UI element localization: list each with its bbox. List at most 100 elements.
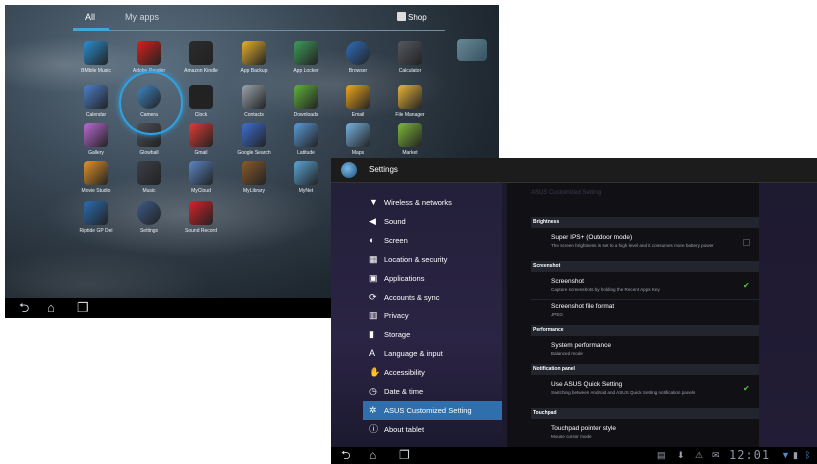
calendar-icon bbox=[84, 85, 108, 109]
app-app-backup[interactable]: App Backup bbox=[228, 41, 280, 74]
warning-notification-icon[interactable]: ⚠ bbox=[695, 447, 703, 464]
app-music[interactable]: Music bbox=[123, 161, 175, 194]
recent-apps-icon[interactable]: ❐ bbox=[77, 298, 89, 318]
settings-item-screen[interactable]: ◐ Screen bbox=[369, 231, 494, 250]
riptide-gp-dei-icon bbox=[84, 201, 108, 225]
browser-icon bbox=[346, 41, 370, 65]
checkbox-checked-icon[interactable]: ✔ bbox=[743, 282, 750, 290]
setting-row-screenshot-file-format[interactable]: Screenshot file format JPEG bbox=[551, 303, 751, 317]
setting-row-super-ips-outdoor-mode[interactable]: Super IPS+ (Outdoor mode) The screen brig… bbox=[551, 234, 751, 248]
settings-item-label: Privacy bbox=[384, 311, 409, 321]
app-label: File Manager bbox=[395, 112, 425, 118]
app-label: Glowball bbox=[139, 150, 159, 156]
app-label: Calendar bbox=[85, 112, 107, 118]
app-downloads[interactable]: Downloads bbox=[280, 85, 332, 118]
checkbox-unchecked-icon[interactable] bbox=[743, 239, 750, 246]
camera-highlight-ring bbox=[119, 71, 183, 135]
app-label: Contacts bbox=[244, 112, 264, 118]
maps-icon bbox=[346, 123, 370, 147]
setting-title: System performance bbox=[551, 342, 611, 349]
section-header: Notification panel bbox=[531, 364, 759, 375]
tab-all[interactable]: All bbox=[85, 12, 95, 22]
download-notification-icon[interactable]: ⬇ bbox=[677, 447, 685, 464]
app-label: Browser bbox=[348, 68, 368, 74]
app-maps[interactable]: Maps bbox=[332, 123, 384, 156]
app-email[interactable]: Email bbox=[332, 85, 384, 118]
about-tablet-icon: ⓘ bbox=[369, 423, 379, 434]
setting-row-use-asus-quick-setting[interactable]: Use ASUS Quick Setting Switching between … bbox=[551, 381, 751, 395]
app-mylibrary[interactable]: MyLibrary bbox=[228, 161, 280, 194]
app-calculator[interactable]: Calculator bbox=[384, 41, 436, 74]
app-label: Downloads bbox=[293, 112, 319, 118]
asus-customized-setting-icon: ✲ bbox=[369, 404, 377, 415]
app-adobe-reader[interactable]: Adobe Reader bbox=[123, 41, 175, 74]
setting-title: Screenshot bbox=[551, 278, 584, 285]
app-label: Clock bbox=[194, 112, 208, 118]
app-google-search[interactable]: Google Search bbox=[228, 123, 280, 156]
screenshot-notification-icon[interactable]: ▤ bbox=[657, 447, 666, 464]
date-time-icon: ◷ bbox=[369, 386, 377, 396]
tab-my-apps[interactable]: My apps bbox=[125, 12, 159, 22]
app-mynet[interactable]: MyNet bbox=[280, 161, 332, 194]
recent-apps-icon[interactable]: ❐ bbox=[399, 447, 410, 464]
status-clock[interactable]: 12:01 bbox=[729, 447, 770, 464]
app-sound-record[interactable]: Sound Record bbox=[175, 201, 227, 234]
settings-item-label: Sound bbox=[384, 216, 406, 226]
app-riptide-gp-dei[interactable]: Riptide GP Dei bbox=[70, 201, 122, 234]
amazon-kindle-icon bbox=[189, 41, 213, 65]
settings-item-privacy[interactable]: ▥ Privacy bbox=[369, 306, 494, 325]
app-movie-studio[interactable]: Movie Studio bbox=[70, 161, 122, 194]
app-gallery[interactable]: Gallery bbox=[70, 123, 122, 156]
app-label: Google Search bbox=[237, 150, 271, 156]
market-icon bbox=[398, 123, 422, 147]
settings-item-accessibility[interactable]: ✋ Accessibility bbox=[369, 363, 494, 382]
back-icon[interactable]: ⮌ bbox=[19, 298, 29, 318]
setting-row-touchpad-pointer-style[interactable]: Touchpad pointer style Mouse cursor mode bbox=[551, 425, 751, 439]
app-bmbile-music[interactable]: BMbile Music bbox=[70, 41, 122, 74]
settings-detail-panel: ASUS Customized Setting Brightness Super … bbox=[507, 183, 759, 447]
settings-item-language-input[interactable]: A Language & input bbox=[369, 344, 494, 363]
shop-label: Shop bbox=[408, 13, 427, 22]
app-market[interactable]: Market bbox=[384, 123, 436, 156]
contacts-icon bbox=[242, 85, 266, 109]
checkbox-checked-icon[interactable]: ✔ bbox=[743, 385, 750, 393]
settings-item-about-tablet[interactable]: ⓘ About tablet bbox=[369, 420, 494, 439]
settings-item-location-security[interactable]: ▦ Location & security bbox=[369, 250, 494, 269]
home-icon[interactable]: ⌂ bbox=[47, 298, 55, 318]
settings-item-date-time[interactable]: ◷ Date & time bbox=[369, 382, 494, 401]
settings-item-storage[interactable]: ▮ Storage bbox=[369, 325, 494, 344]
app-mycloud[interactable]: MyCloud bbox=[175, 161, 227, 194]
gallery-icon bbox=[84, 123, 108, 147]
back-icon[interactable]: ⮌ bbox=[341, 447, 351, 464]
email-notification-icon[interactable]: ✉ bbox=[712, 447, 720, 464]
settings-item-applications[interactable]: ▣ Applications bbox=[369, 269, 494, 288]
settings-item-asus-customized-setting[interactable]: ✲ ASUS Customized Setting bbox=[363, 400, 502, 420]
tegra-zone-icon[interactable] bbox=[457, 39, 487, 61]
app-label: Gallery bbox=[88, 150, 104, 156]
section-header: Brightness bbox=[531, 217, 759, 228]
setting-row-screenshot[interactable]: Screenshot Capture screenshots by holding… bbox=[551, 278, 751, 292]
app-amazon-kindle[interactable]: Amazon Kindle bbox=[175, 41, 227, 74]
app-locker-icon bbox=[294, 41, 318, 65]
app-app-locker[interactable]: App Locker bbox=[280, 41, 332, 74]
app-label: MyNet bbox=[298, 188, 314, 194]
app-latitude[interactable]: Latitude bbox=[280, 123, 332, 156]
app-gmail[interactable]: Gmail bbox=[175, 123, 227, 156]
app-browser[interactable]: Browser bbox=[332, 41, 384, 74]
app-file-manager[interactable]: File Manager bbox=[384, 85, 436, 118]
app-calendar[interactable]: Calendar bbox=[70, 85, 122, 118]
settings-item-sound[interactable]: ◀ Sound bbox=[369, 212, 494, 231]
app-backup-icon bbox=[242, 41, 266, 65]
home-icon[interactable]: ⌂ bbox=[369, 447, 376, 464]
setting-row-system-performance[interactable]: System performance Balanced mode bbox=[551, 342, 751, 356]
app-contacts[interactable]: Contacts bbox=[228, 85, 280, 118]
app-settings[interactable]: Settings bbox=[123, 201, 175, 234]
app-label: MyCloud bbox=[191, 188, 211, 194]
shop-button[interactable]: Shop bbox=[397, 12, 427, 22]
settings-item-accounts-sync[interactable]: ⟳ Accounts & sync bbox=[369, 288, 494, 307]
app-label: Latitude bbox=[297, 150, 315, 156]
settings-item-wireless-networks[interactable]: ▼ Wireless & networks bbox=[369, 193, 494, 212]
settings-title: Settings bbox=[369, 165, 398, 174]
sound-record-icon bbox=[189, 201, 213, 225]
row-divider bbox=[531, 299, 759, 300]
